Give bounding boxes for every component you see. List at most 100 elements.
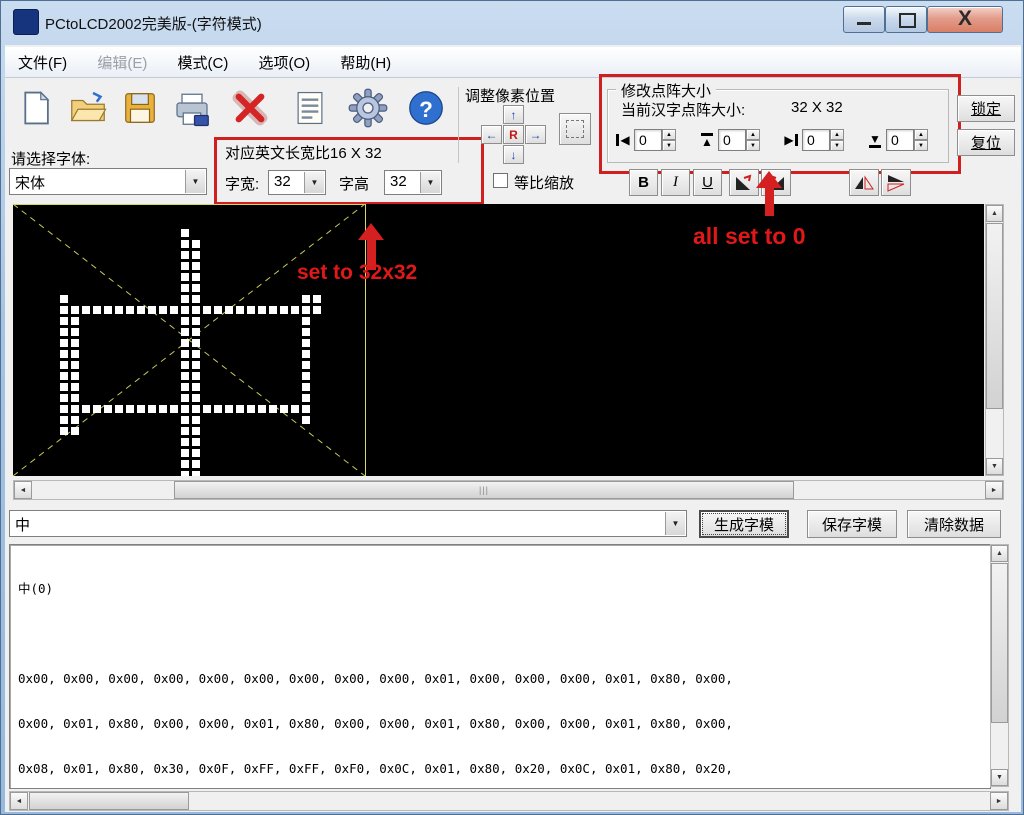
report-button[interactable] xyxy=(287,85,333,131)
export-printer-icon xyxy=(172,88,212,128)
arrow-down-icon: ↓ xyxy=(511,148,517,162)
lock-button[interactable]: 锁定 xyxy=(957,95,1015,122)
left-edge-value[interactable]: 0 xyxy=(634,129,662,151)
underline-button[interactable]: U xyxy=(693,169,722,196)
reset-position-label: R xyxy=(509,128,518,142)
char-width-label: 字宽: xyxy=(225,173,259,194)
chevron-down-icon[interactable]: ▼ xyxy=(420,172,440,193)
scroll-down-button[interactable]: ▼ xyxy=(986,458,1003,475)
char-height-combo[interactable]: 32 ▼ xyxy=(384,170,442,195)
menu-help[interactable]: 帮助(H) xyxy=(327,47,404,78)
scroll-right-button[interactable]: ► xyxy=(985,481,1003,499)
pixel-position-title: 调整像素位置 xyxy=(465,85,555,106)
char-input-combo[interactable]: 中 ▼ xyxy=(9,510,687,537)
output-hscrollbar[interactable]: ◄ ► xyxy=(9,791,1009,811)
flip-vertical-button[interactable] xyxy=(881,169,911,196)
menu-mode[interactable]: 模式(C) xyxy=(165,47,242,78)
current-matrix-label: 当前汉字点阵大小: xyxy=(621,99,745,120)
vscroll-thumb[interactable] xyxy=(991,563,1008,723)
hscroll-thumb[interactable]: ||| xyxy=(174,481,794,499)
flip-horizontal-button[interactable] xyxy=(849,169,879,196)
report-document-icon xyxy=(291,89,329,127)
save-button[interactable] xyxy=(117,85,163,131)
edge-bottom-icon: ▼ xyxy=(865,128,885,152)
generate-button[interactable]: 生成字模 xyxy=(699,510,789,538)
move-up-button[interactable]: ↑ xyxy=(503,105,524,124)
scroll-right-button[interactable]: ► xyxy=(990,792,1008,810)
save-font-button[interactable]: 保存字模 xyxy=(807,510,897,538)
hscroll-thumb[interactable] xyxy=(29,792,189,810)
new-document-icon xyxy=(17,89,55,127)
char-input-value: 中 xyxy=(15,514,30,535)
top-edge-value[interactable]: 0 xyxy=(718,129,746,151)
char-width-value: 32 xyxy=(274,173,291,190)
close-button[interactable]: X xyxy=(927,6,1003,33)
annotation-arrow-zero xyxy=(756,171,782,216)
menu-options[interactable]: 选项(O) xyxy=(246,47,324,78)
canvas-hscrollbar[interactable]: ◄ ||| ► xyxy=(13,480,1004,500)
dot-matrix-group-title: 修改点阵大小 xyxy=(616,80,716,101)
move-left-button[interactable]: ← xyxy=(481,125,502,144)
rotate-left-button[interactable] xyxy=(729,169,759,196)
export-button[interactable] xyxy=(169,85,215,131)
minimize-icon xyxy=(857,22,871,25)
char-height-value: 32 xyxy=(390,173,407,190)
flip-vertical-icon xyxy=(886,174,906,192)
hex-output-area[interactable]: 中(0) 0x00, 0x00, 0x00, 0x00, 0x00, 0x00,… xyxy=(9,544,991,789)
open-button[interactable] xyxy=(65,85,111,131)
vscroll-thumb[interactable] xyxy=(986,223,1003,409)
menu-edit: 编辑(E) xyxy=(84,47,160,78)
arrow-right-icon: → xyxy=(530,128,542,142)
hex-line: 0x00, 0x01, 0x80, 0x00, 0x00, 0x01, 0x80… xyxy=(18,716,813,731)
reset-button[interactable]: 复位 xyxy=(957,129,1015,156)
right-edge-value[interactable]: 0 xyxy=(802,129,830,151)
bottom-edge-value[interactable]: 0 xyxy=(886,129,914,151)
toolbar-divider xyxy=(458,87,459,163)
move-down-button[interactable]: ↓ xyxy=(503,145,524,164)
spin-down-button[interactable]: ▼ xyxy=(830,140,844,151)
minimize-button[interactable] xyxy=(843,6,885,33)
settings-button[interactable] xyxy=(345,85,391,131)
title-bar: PCtoLCD2002完美版-(字符模式) X xyxy=(1,1,1024,45)
scale-checkbox[interactable] xyxy=(493,173,508,188)
scroll-down-button[interactable]: ▼ xyxy=(991,769,1008,786)
dot-matrix-canvas[interactable] xyxy=(13,204,984,476)
spin-down-button[interactable]: ▼ xyxy=(746,140,760,151)
app-icon xyxy=(13,9,39,35)
new-document-button[interactable] xyxy=(13,85,59,131)
italic-button[interactable]: I xyxy=(661,169,690,196)
spin-up-button[interactable]: ▲ xyxy=(830,129,844,140)
scroll-left-button[interactable]: ◄ xyxy=(14,481,32,499)
annotation-set-size: set to 32x32 xyxy=(297,261,417,285)
selection-frame-button[interactable] xyxy=(559,113,591,145)
canvas-vscrollbar[interactable]: ▲ ▼ xyxy=(985,204,1004,476)
font-combo[interactable]: 宋体 ▼ xyxy=(9,168,207,195)
settings-gear-icon xyxy=(348,88,388,128)
bold-button[interactable]: B xyxy=(629,169,658,196)
svg-text:?: ? xyxy=(419,97,433,122)
spin-up-button[interactable]: ▲ xyxy=(746,129,760,140)
scroll-up-button[interactable]: ▲ xyxy=(986,205,1003,222)
scroll-up-button[interactable]: ▲ xyxy=(991,545,1008,562)
spin-up-button[interactable]: ▲ xyxy=(662,129,676,140)
scroll-left-button[interactable]: ◄ xyxy=(10,792,28,810)
delete-button[interactable] xyxy=(227,85,273,131)
reset-position-button[interactable]: R xyxy=(503,125,524,144)
menu-file[interactable]: 文件(F) xyxy=(5,47,80,78)
chevron-down-icon[interactable]: ▼ xyxy=(665,512,685,535)
annotation-all-zero: all set to 0 xyxy=(693,223,805,250)
save-floppy-icon xyxy=(121,89,159,127)
chevron-down-icon[interactable]: ▼ xyxy=(185,170,205,193)
spin-down-button[interactable]: ▼ xyxy=(662,140,676,151)
maximize-button[interactable] xyxy=(885,6,927,33)
output-vscrollbar[interactable]: ▲ ▼ xyxy=(990,544,1009,787)
help-button[interactable]: ? xyxy=(403,85,449,131)
chevron-down-icon[interactable]: ▼ xyxy=(304,172,324,193)
move-right-button[interactable]: → xyxy=(525,125,546,144)
close-icon: X xyxy=(958,7,972,30)
char-width-combo[interactable]: 32 ▼ xyxy=(268,170,326,195)
spin-up-button[interactable]: ▲ xyxy=(914,129,928,140)
clear-data-button[interactable]: 清除数据 xyxy=(907,510,1001,538)
open-folder-icon xyxy=(68,88,108,128)
spin-down-button[interactable]: ▼ xyxy=(914,140,928,151)
